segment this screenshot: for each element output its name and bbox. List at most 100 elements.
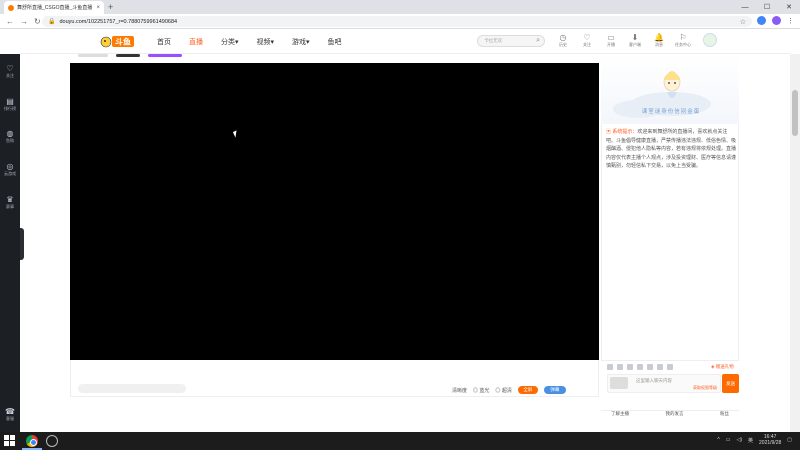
network-icon[interactable]: ▭ <box>726 437 731 443</box>
danmaku-toggle-button[interactable]: 弹幕 <box>543 386 566 394</box>
notification-icon[interactable]: ▢ <box>787 437 792 443</box>
history-button[interactable]: ◷ 历史 <box>555 33 571 48</box>
start-live-button[interactable]: ▭ 开播 <box>603 33 619 48</box>
menu-video[interactable]: 视频▾ <box>257 37 275 47</box>
douyu-logo-icon[interactable]: 斗鱼 <box>100 34 135 48</box>
mascot-icon <box>663 71 681 98</box>
logo-text: 斗鱼 <box>115 37 131 47</box>
menu-yuba[interactable]: 鱼吧 <box>328 37 342 47</box>
client-label: 客户端 <box>629 42 641 47</box>
user-avatar[interactable] <box>703 33 717 47</box>
url-text[interactable]: douyu.com/102251757_r=0.7880759961490684 <box>59 19 177 25</box>
menu-home[interactable]: 首页 <box>157 37 171 47</box>
browser-tab-strip: 舞舒所直播_CSGO直播_斗鱼直播 × + — ☐ ✕ <box>0 0 800 14</box>
clarity-option-1[interactable]: ◎ 蓝光 <box>473 387 489 394</box>
new-tab-button[interactable]: + <box>108 2 113 12</box>
emoji-icon[interactable] <box>607 364 613 370</box>
danmaku-input[interactable] <box>78 384 186 393</box>
box-icon[interactable] <box>657 364 663 370</box>
trophy-icon: ♛ <box>6 195 14 204</box>
history-icon: ◷ <box>559 33 567 42</box>
tab-close-icon[interactable]: × <box>96 5 100 11</box>
sidebar-item-cloud-game[interactable]: ◎ 云游戏 <box>0 162 20 177</box>
level-link[interactable]: 获取权限等级 <box>693 385 717 391</box>
app-taskbar-icon[interactable] <box>46 435 58 447</box>
left-sidebar: ♡ 关注 ▤ 排行榜 ◍ 鱼购 ◎ 云游戏 ♛ 赛事 ☎ 客服 <box>0 54 20 432</box>
close-window-icon[interactable]: ✕ <box>778 0 800 14</box>
client-button[interactable]: ⬇ 客户端 <box>627 33 643 48</box>
gift-icon[interactable] <box>617 364 623 370</box>
search-placeholder: 卡拉无双 <box>484 38 502 43</box>
system-tag-text: 系统提示： <box>612 129 638 135</box>
back-icon[interactable]: ← <box>6 17 14 26</box>
badge-icon[interactable] <box>610 377 628 389</box>
sidebar-collapse-handle[interactable] <box>20 228 24 260</box>
clock[interactable]: 16:47 2021/9/28 <box>759 434 781 446</box>
sidebar-label: 云游戏 <box>4 171 16 176</box>
sidebar-item-events[interactable]: ♛ 赛事 <box>0 195 20 210</box>
browser-tab[interactable]: 舞舒所直播_CSGO直播_斗鱼直播 × <box>4 1 104 14</box>
clarity-selector: 清晰度 ◎ 蓝光 ◎ 超清 全屏 弹幕 <box>452 386 566 394</box>
menu-live[interactable]: 直播 <box>189 37 203 47</box>
room-tag[interactable] <box>78 54 108 57</box>
minimize-icon[interactable]: — <box>734 0 756 14</box>
sidebar-item-rank[interactable]: ▤ 排行榜 <box>0 97 20 112</box>
scrollbar-thumb[interactable] <box>792 90 798 136</box>
task-label: 任务中心 <box>675 42 691 47</box>
start-live-label: 开播 <box>607 42 615 47</box>
profile-avatar-icon[interactable] <box>772 16 781 25</box>
window-controls: — ☐ ✕ <box>734 0 800 14</box>
extension-icon[interactable] <box>757 16 766 25</box>
reload-icon[interactable]: ↻ <box>34 17 41 26</box>
fans-icon[interactable] <box>627 364 633 370</box>
input-language[interactable]: 英 <box>748 437 753 444</box>
more-icon[interactable] <box>667 364 673 370</box>
chat-bottom-tabs: 了解主播 我的发言 粉丝 <box>601 410 739 422</box>
more-menu-icon[interactable]: ⋮ <box>787 17 794 25</box>
site-header: 斗鱼 首页 直播 分类▾ 视频▾ 游戏▾ 鱼吧 卡拉无双 ⌕ ◷ 历史 ♡ 关注 ▭… <box>20 29 790 54</box>
camera-icon: ▭ <box>607 33 615 42</box>
clock-date: 2021/9/28 <box>759 440 782 446</box>
clarity-option-2-label: 超清 <box>501 387 512 394</box>
volume-icon[interactable]: ◁) <box>736 437 742 443</box>
task-center-button[interactable]: ⚐ 任务中心 <box>675 33 691 48</box>
url-omnibox[interactable]: 🔒 douyu.com/102251757_r=0.78807599614906… <box>42 16 752 27</box>
menu-category[interactable]: 分类▾ <box>221 37 239 47</box>
maximize-icon[interactable]: ☐ <box>756 0 778 14</box>
room-tag[interactable] <box>116 54 140 57</box>
card-icon[interactable] <box>637 364 643 370</box>
gift-hint[interactable]: ◈ 赠送礼物 <box>711 364 734 370</box>
forward-icon[interactable]: → <box>20 17 28 26</box>
download-icon: ⬇ <box>631 33 639 42</box>
tray-chevron-icon[interactable]: ^ <box>717 437 719 443</box>
windows-start-icon[interactable] <box>4 435 16 447</box>
notify-label: 消息 <box>655 42 663 47</box>
image-icon[interactable] <box>647 364 653 370</box>
history-label: 历史 <box>559 42 567 47</box>
tab-fans[interactable]: 粉丝 <box>720 411 729 422</box>
sidebar-item-shop[interactable]: ◍ 鱼购 <box>0 129 20 144</box>
video-player[interactable] <box>70 63 599 360</box>
tab-about-anchor[interactable]: 了解主播 <box>611 411 629 422</box>
clarity-option-1-label: 蓝光 <box>479 387 490 394</box>
follow-button[interactable]: ♡ 关注 <box>579 33 595 48</box>
bookmark-star-icon[interactable]: ☆ <box>740 18 746 26</box>
heart-icon: ♡ <box>6 64 14 73</box>
lock-icon[interactable]: 🔒 <box>48 18 55 25</box>
sidebar-label: 关注 <box>6 73 14 78</box>
chrome-taskbar-icon[interactable] <box>26 435 38 447</box>
sidebar-item-follow[interactable]: ♡ 关注 <box>0 64 20 79</box>
nav-buttons: ← → ↻ <box>0 17 47 26</box>
clarity-option-2[interactable]: ◎ 超清 <box>495 387 511 394</box>
site-search-input[interactable]: 卡拉无双 ⌕ <box>477 35 545 47</box>
fullscreen-button[interactable]: 全屏 <box>517 386 538 394</box>
menu-game[interactable]: 游戏▾ <box>292 37 310 47</box>
search-icon[interactable]: ⌕ <box>536 37 540 45</box>
send-button[interactable]: 发送 <box>722 374 739 393</box>
sidebar-item-help[interactable]: ☎ 客服 <box>0 407 20 422</box>
room-tag[interactable] <box>148 54 182 57</box>
page-scrollbar[interactable] <box>790 54 800 432</box>
tab-my-messages[interactable]: 我的发言 <box>666 411 684 422</box>
notify-button[interactable]: 🔔 消息 <box>651 33 667 48</box>
chat-tools <box>607 364 673 370</box>
